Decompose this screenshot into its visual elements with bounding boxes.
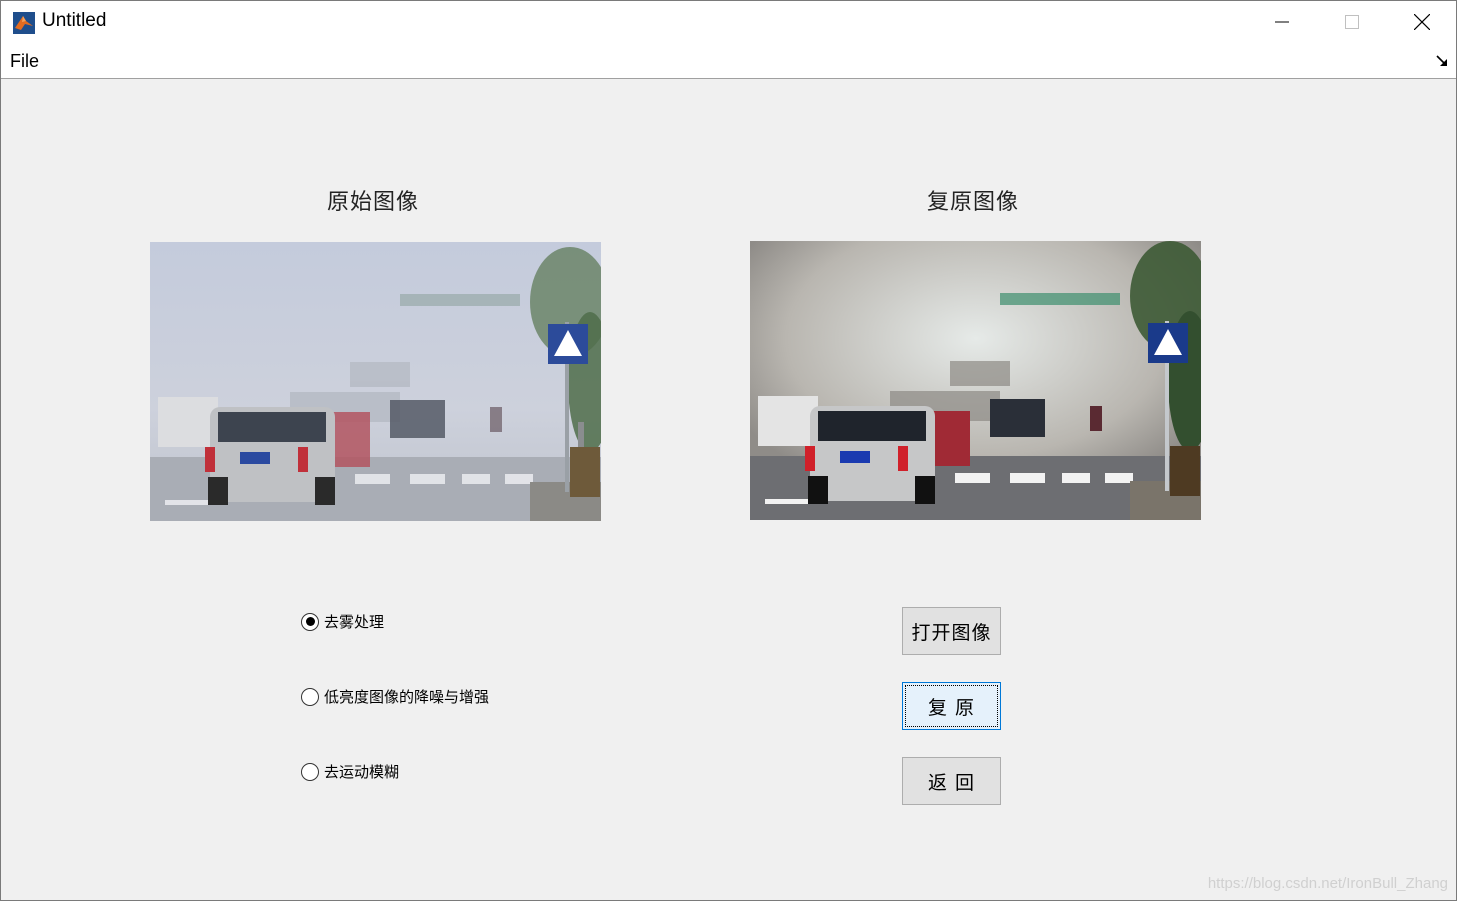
maximize-icon — [1345, 15, 1359, 29]
back-button[interactable]: 返 回 — [902, 757, 1001, 805]
original-image — [150, 242, 601, 521]
title-bar: Untitled — [1, 1, 1456, 43]
restore-button[interactable]: 复 原 — [902, 682, 1001, 730]
restored-image-title: 复原图像 — [927, 190, 1020, 215]
radio-dot — [305, 617, 315, 626]
radio-label: 去雾处理 — [324, 613, 385, 631]
restored-image — [750, 241, 1201, 520]
close-button[interactable] — [1387, 1, 1457, 43]
original-image-title: 原始图像 — [327, 190, 420, 215]
open-image-button[interactable]: 打开图像 — [902, 607, 1001, 655]
radio-deblur[interactable]: 去运动模糊 — [301, 761, 399, 782]
radio-circle[interactable] — [301, 612, 319, 631]
window-title: Untitled — [42, 10, 107, 31]
watermark: https://blog.csdn.net/IronBull_Zhang — [1207, 875, 1448, 892]
minimize-icon — [1275, 21, 1289, 23]
menu-file[interactable]: File — [10, 51, 39, 72]
close-icon — [1414, 14, 1430, 30]
radio-label: 去运动模糊 — [324, 763, 400, 781]
menu-bar: File — [1, 43, 1456, 79]
radio-circle[interactable] — [301, 762, 319, 781]
radio-label: 低亮度图像的降噪与增强 — [324, 688, 490, 706]
maximize-button[interactable] — [1317, 1, 1387, 43]
radio-lowlight-denoise[interactable]: 低亮度图像的降噪与增强 — [301, 686, 489, 707]
radio-dehaze[interactable]: 去雾处理 — [301, 611, 384, 632]
app-window: Untitled File 原始图像 复原图像 去雾处理 低亮度图像的降噪与增强… — [0, 0, 1457, 901]
minimize-button[interactable] — [1247, 1, 1317, 43]
undock-arrow-icon[interactable] — [1436, 55, 1448, 67]
matlab-icon — [13, 12, 35, 34]
radio-circle[interactable] — [301, 687, 319, 706]
